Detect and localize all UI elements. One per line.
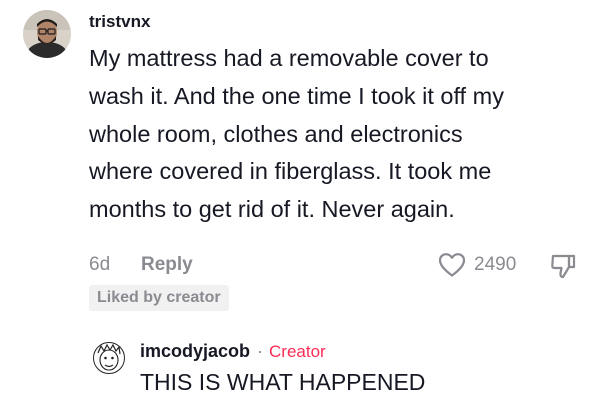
- dislike-button[interactable]: [548, 252, 578, 280]
- reply-text: THIS IS WHAT HAPPENED: [140, 369, 426, 395]
- reply-header: imcodyjacob · Creator: [140, 341, 326, 362]
- comment-time: 6d: [89, 254, 111, 275]
- commenter-avatar[interactable]: [23, 10, 71, 58]
- creator-avatar-image: [92, 341, 126, 375]
- separator-dot: ·: [257, 341, 264, 361]
- creator-avatar[interactable]: [92, 341, 126, 375]
- like-button[interactable]: 2490: [438, 252, 516, 278]
- heart-outline-icon: [438, 253, 466, 277]
- commenter-avatar-image: [23, 10, 71, 58]
- commenter-username[interactable]: tristvnx: [89, 12, 150, 32]
- creator-tag: Creator: [269, 341, 326, 361]
- comment-text: My mattress had a removable cover to was…: [89, 45, 504, 223]
- like-count: 2490: [474, 254, 517, 275]
- reply-username[interactable]: imcodyjacob: [140, 341, 250, 362]
- thumbs-down-icon: [551, 254, 576, 279]
- reply-button[interactable]: Reply: [141, 254, 193, 276]
- liked-by-creator-badge: Liked by creator: [89, 285, 229, 311]
